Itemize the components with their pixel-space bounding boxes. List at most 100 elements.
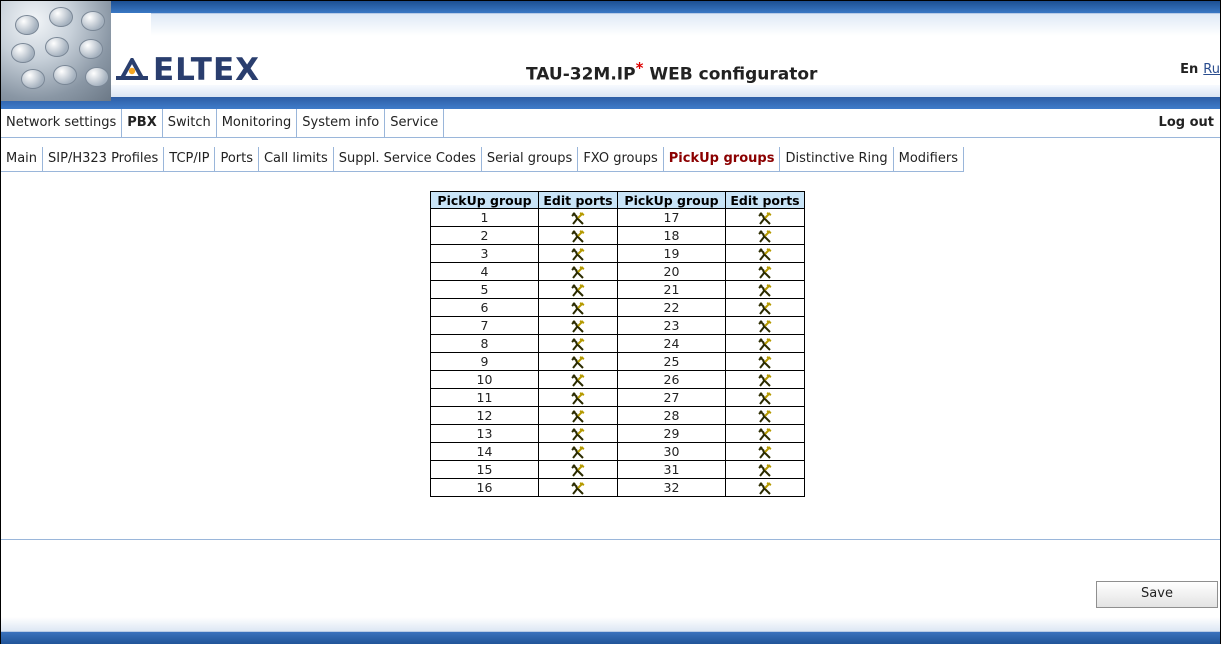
tools-icon[interactable] xyxy=(571,282,585,297)
menu-system-info[interactable]: System info xyxy=(297,109,386,137)
tools-icon[interactable] xyxy=(758,264,772,279)
tab-sip-h323-profiles[interactable]: SIP/H323 Profiles xyxy=(43,147,165,171)
edit-ports-cell xyxy=(538,442,618,461)
tools-icon[interactable] xyxy=(758,372,772,387)
tools-icon[interactable] xyxy=(571,264,585,279)
lang-ru-link[interactable]: Ru xyxy=(1203,62,1220,77)
table-row: 7 23 xyxy=(430,316,805,335)
header-bottom-band xyxy=(1,97,1220,109)
tools-icon[interactable] xyxy=(571,210,585,225)
header-top-band xyxy=(1,1,1220,13)
tab-modifiers[interactable]: Modifiers xyxy=(894,147,964,171)
footer-wave xyxy=(1,617,1220,632)
pickup-group-number: 25 xyxy=(617,352,726,371)
edit-ports-cell xyxy=(538,460,618,479)
col-pickup-group: PickUp group xyxy=(430,191,539,209)
tools-icon[interactable] xyxy=(758,228,772,243)
tools-icon[interactable] xyxy=(571,480,585,495)
menu-switch[interactable]: Switch xyxy=(163,109,217,137)
tools-icon[interactable] xyxy=(571,354,585,369)
tools-icon[interactable] xyxy=(758,390,772,405)
edit-ports-cell xyxy=(538,298,618,317)
pickup-group-number: 14 xyxy=(430,442,539,461)
tools-icon[interactable] xyxy=(758,444,772,459)
tools-icon[interactable] xyxy=(571,318,585,333)
table-row: 10 26 xyxy=(430,370,805,389)
menu-monitoring[interactable]: Monitoring xyxy=(217,109,298,137)
table-row: 6 22 xyxy=(430,298,805,317)
tools-icon[interactable] xyxy=(571,246,585,261)
edit-ports-cell xyxy=(538,406,618,425)
tools-icon[interactable] xyxy=(758,210,772,225)
footer xyxy=(1,617,1220,644)
tools-icon[interactable] xyxy=(571,408,585,423)
pickup-groups-table: PickUp group Edit ports PickUp group Edi… xyxy=(430,191,805,497)
pickup-group-number: 27 xyxy=(617,388,726,407)
tools-icon[interactable] xyxy=(758,462,772,477)
tools-icon[interactable] xyxy=(571,228,585,243)
tab-fxo-groups[interactable]: FXO groups xyxy=(578,147,664,171)
tools-icon[interactable] xyxy=(758,246,772,261)
edit-ports-cell xyxy=(538,262,618,281)
pickup-group-number: 9 xyxy=(430,352,539,371)
sub-menu: Main SIP/H323 Profiles TCP/IP Ports Call… xyxy=(1,147,1220,172)
table-row: 1 17 xyxy=(430,208,805,227)
tools-icon[interactable] xyxy=(758,354,772,369)
menu-pbx[interactable]: PBX xyxy=(122,109,163,137)
tab-distinctive-ring[interactable]: Distinctive Ring xyxy=(780,147,894,171)
tools-icon[interactable] xyxy=(571,444,585,459)
tools-icon[interactable] xyxy=(571,336,585,351)
edit-ports-cell xyxy=(725,262,805,281)
edit-ports-cell xyxy=(538,478,618,497)
app-title: TAU-32M.IP* WEB configurator xyxy=(526,59,817,85)
tab-suppl-service-codes[interactable]: Suppl. Service Codes xyxy=(334,147,482,171)
tab-tcp-ip[interactable]: TCP/IP xyxy=(164,147,216,171)
tools-icon[interactable] xyxy=(758,318,772,333)
table-row: 12 28 xyxy=(430,406,805,425)
tools-icon[interactable] xyxy=(758,408,772,423)
tools-icon[interactable] xyxy=(571,426,585,441)
edit-ports-cell xyxy=(538,226,618,245)
pickup-group-number: 13 xyxy=(430,424,539,443)
tools-icon[interactable] xyxy=(571,300,585,315)
tools-icon[interactable] xyxy=(571,462,585,477)
edit-ports-cell xyxy=(725,208,805,227)
edit-ports-cell xyxy=(538,388,618,407)
tools-icon[interactable] xyxy=(758,282,772,297)
pickup-group-number: 15 xyxy=(430,460,539,479)
tools-icon[interactable] xyxy=(758,426,772,441)
menu-service[interactable]: Service xyxy=(385,109,445,137)
menu-network-settings[interactable]: Network settings xyxy=(1,109,123,137)
eltex-logo-icon xyxy=(116,58,148,80)
edit-ports-cell xyxy=(725,244,805,263)
pickup-group-number: 7 xyxy=(430,316,539,335)
tab-ports[interactable]: Ports xyxy=(215,147,259,171)
table-row: 2 18 xyxy=(430,226,805,245)
col-pickup-group: PickUp group xyxy=(617,191,726,209)
edit-ports-cell xyxy=(538,316,618,335)
tools-icon[interactable] xyxy=(758,480,772,495)
edit-ports-cell xyxy=(538,244,618,263)
tab-main[interactable]: Main xyxy=(1,147,44,171)
pickup-group-number: 5 xyxy=(430,280,539,299)
tools-icon[interactable] xyxy=(571,390,585,405)
logout-link[interactable]: Log out xyxy=(1159,109,1214,137)
table-row: 4 20 xyxy=(430,262,805,281)
pickup-group-number: 31 xyxy=(617,460,726,479)
logo-text: ELTEX xyxy=(153,52,261,88)
pickup-group-number: 18 xyxy=(617,226,726,245)
edit-ports-cell xyxy=(725,352,805,371)
tab-call-limits[interactable]: Call limits xyxy=(259,147,334,171)
tab-serial-groups[interactable]: Serial groups xyxy=(482,147,579,171)
tools-icon[interactable] xyxy=(571,372,585,387)
title-suffix: WEB configurator xyxy=(643,64,818,85)
table-row: 14 30 xyxy=(430,442,805,461)
save-button[interactable]: Save xyxy=(1096,581,1218,608)
tools-icon[interactable] xyxy=(758,336,772,351)
pickup-group-number: 24 xyxy=(617,334,726,353)
edit-ports-cell xyxy=(725,424,805,443)
table-row: 15 31 xyxy=(430,460,805,479)
tools-icon[interactable] xyxy=(758,300,772,315)
col-edit-ports: Edit ports xyxy=(538,191,618,209)
tab-pickup-groups[interactable]: PickUp groups xyxy=(663,147,781,171)
